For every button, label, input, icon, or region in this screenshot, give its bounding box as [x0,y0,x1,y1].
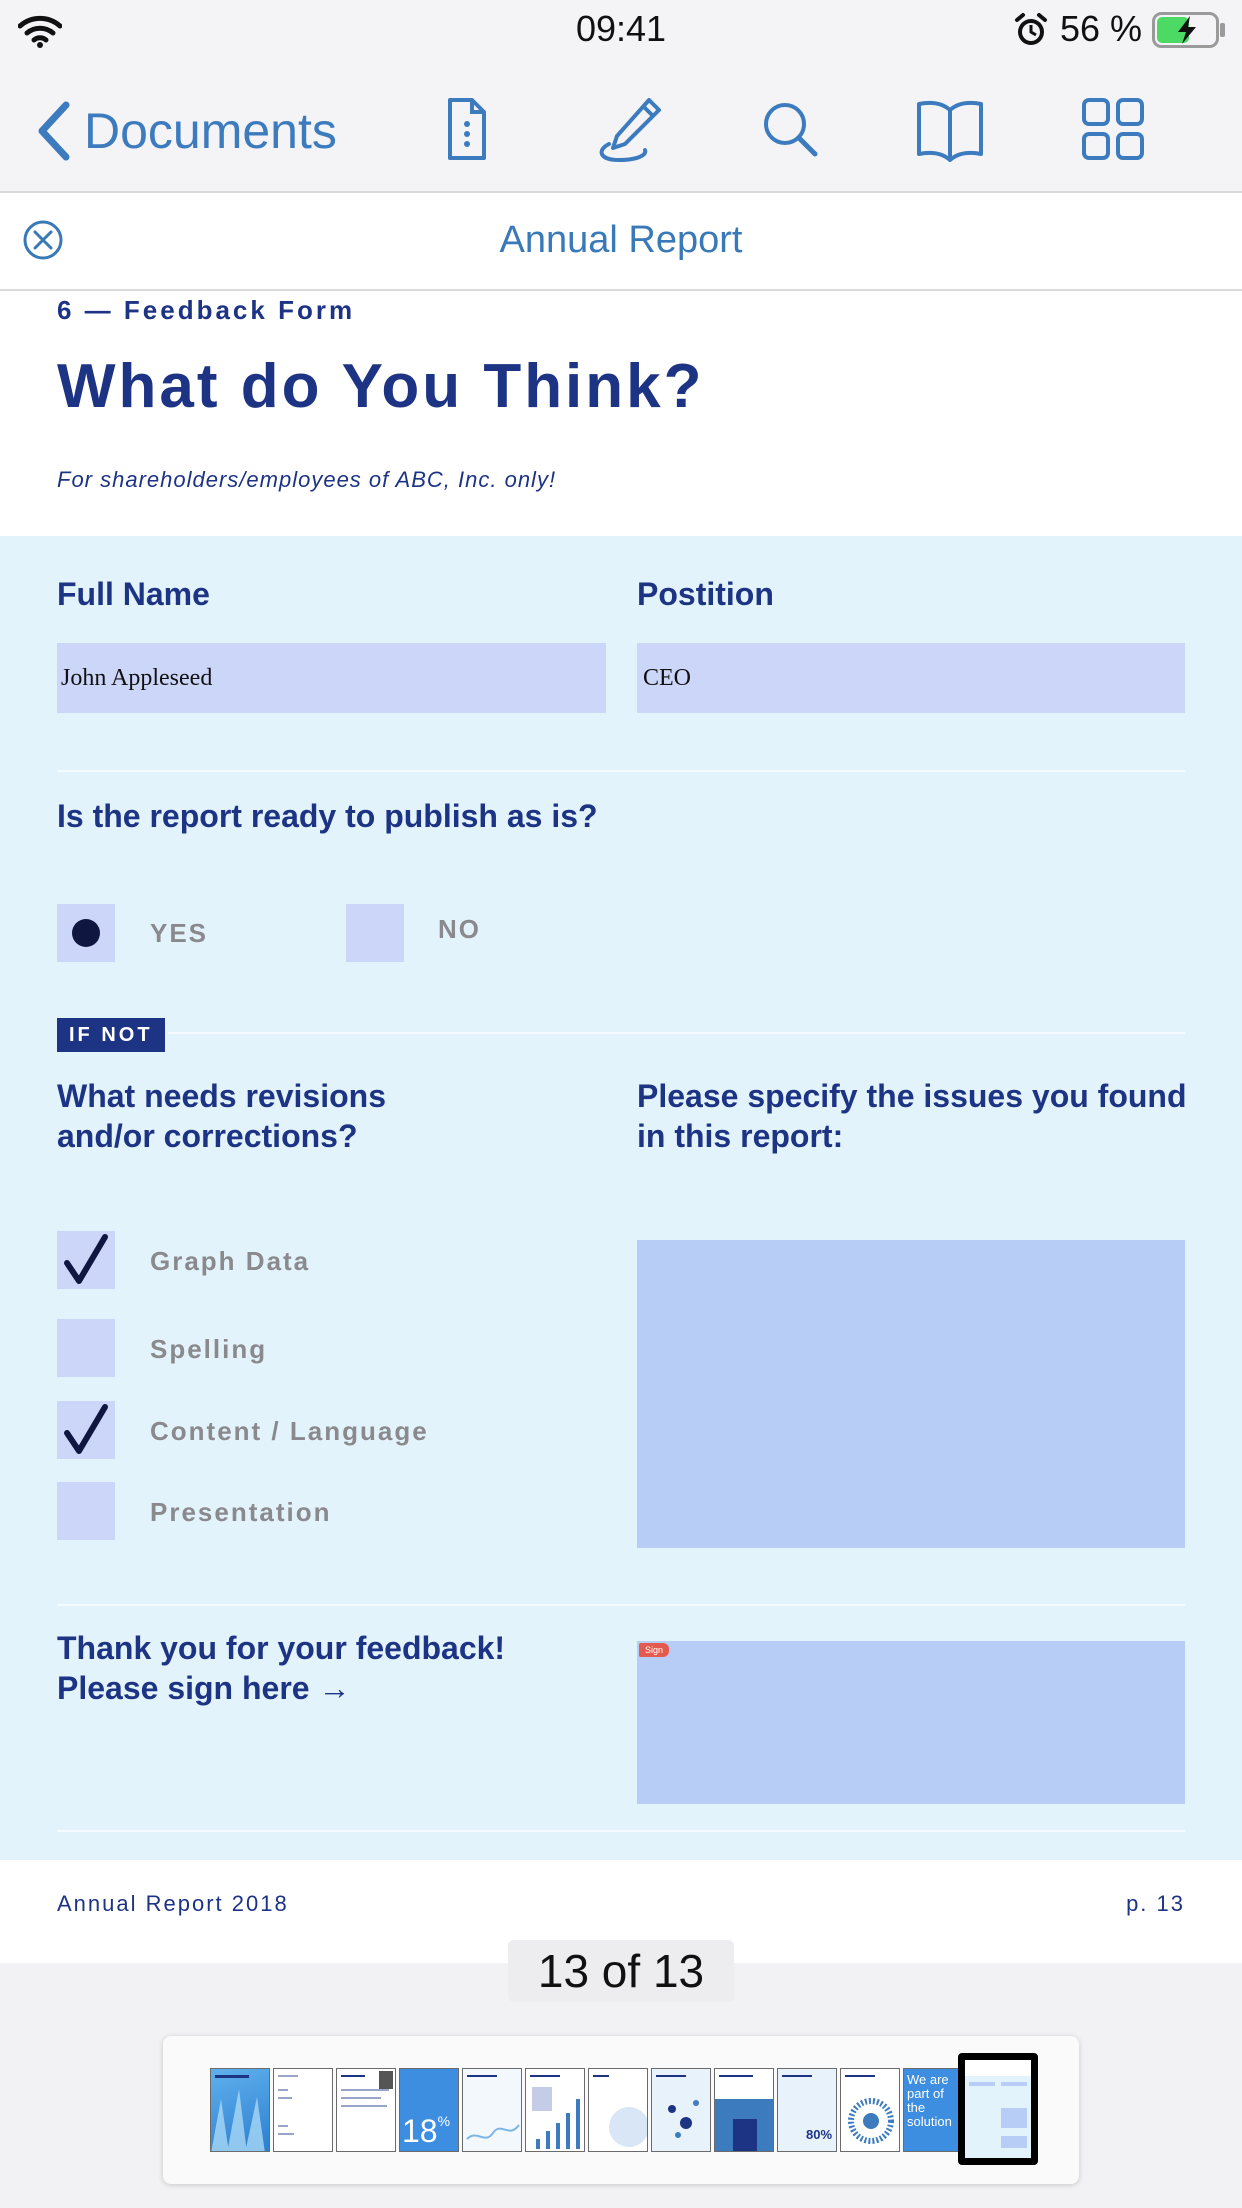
divider [57,1604,1185,1606]
graph-data-checkbox[interactable] [57,1231,115,1289]
thumbnail-page-9[interactable] [714,2068,774,2152]
navigation-toolbar: Documents [0,60,1242,193]
thumbnail-page-2[interactable] [273,2068,333,2152]
thumbnail-page-12-text: We are part of the solution [907,2072,952,2129]
page-footer-title: Annual Report 2018 [57,1891,289,1916]
issues-question-line1: Please specify the issues you found [637,1078,1187,1114]
thank-you-line1: Thank you for your feedback! [57,1630,506,1666]
thumbnail-page-8[interactable] [651,2068,711,2152]
thumbnail-page-4-figure: 18% [402,2113,451,2149]
thumbnail-page-12[interactable]: We are part of the solution [903,2068,963,2152]
revisions-question-line1: What needs revisions [57,1078,386,1114]
document-page: 6 — Feedback Form What do You Think? For… [0,291,1242,1963]
back-button-label: Documents [84,103,337,159]
annotate-pen-icon[interactable] [595,94,665,164]
status-time: 09:41 [575,8,667,49]
issues-question: Please specify the issues you found in t… [637,1076,1187,1156]
chevron-left-icon [38,101,70,161]
if-not-tag: IF NOT [57,1018,165,1052]
thumbnail-page-11[interactable] [840,2068,900,2152]
document-title: Annual Report [499,219,743,261]
full-name-field[interactable]: John Appleseed [57,643,606,713]
sign-tag: Sign [639,1643,670,1657]
battery-percent: 56 % [1060,8,1143,49]
thumbnail-page-1[interactable] [210,2068,270,2152]
yes-label: YES [150,918,209,948]
spelling-checkbox[interactable] [57,1319,115,1377]
thumbnail-page-5[interactable] [462,2068,522,2152]
issues-question-line2: in this report: [637,1118,844,1154]
thumbnail-strip: 18% 80% We are part of the solution [163,2036,1079,2184]
spelling-label: Spelling [150,1334,268,1364]
revisions-question-line2: and/or corrections? [57,1118,358,1154]
section-label: 6 — Feedback Form [57,295,356,325]
yes-radio-dot [72,919,100,947]
content-language-label: Content / Language [150,1416,429,1446]
thumbnail-page-4[interactable]: 18% [399,2068,459,2152]
page-subtitle: For shareholders/employees of ABC, Inc. … [57,467,557,492]
page-heading: What do You Think? [57,352,705,421]
no-label: NO [438,914,481,944]
graph-data-label: Graph Data [150,1246,311,1276]
presentation-checkbox[interactable] [57,1482,115,1540]
thumbnail-page-7[interactable] [588,2068,648,2152]
divider [57,1830,1185,1832]
thank-you-text: Thank you for your feedback! Please sign… [57,1628,505,1708]
thumbnail-page-3[interactable] [336,2068,396,2152]
thumbnail-page-10-figure: 80% [806,2127,833,2142]
publish-question: Is the report ready to publish as is? [57,798,598,834]
reader-book-icon[interactable] [915,94,985,164]
content-language-checkbox[interactable] [57,1401,115,1459]
thumbnail-page-13-current[interactable] [958,2053,1038,2165]
position-field[interactable]: CEO [637,643,1185,713]
status-bar: 09:41 56 % [0,0,1242,60]
document-info-icon[interactable] [430,94,500,164]
checkmark-icon [64,1404,108,1454]
no-radio[interactable] [346,904,404,962]
search-icon[interactable] [755,94,825,164]
thumbnail-page-6[interactable] [525,2068,585,2152]
full-name-label: Full Name [57,576,210,612]
presentation-label: Presentation [150,1497,332,1527]
feedback-form: Full Name John Appleseed Postition CEO I… [0,536,1242,1860]
sign-here-line: Please sign here → [57,1670,351,1706]
yes-radio[interactable] [57,904,115,962]
revisions-question: What needs revisions and/or corrections? [57,1076,386,1156]
thumbnail-grid-icon[interactable] [1078,94,1148,164]
thumbnail-page-10[interactable]: 80% [777,2068,837,2152]
back-to-documents-button[interactable]: Documents [34,96,337,166]
page-indicator: 13 of 13 [508,1940,734,2002]
battery-charging-icon [1152,12,1225,48]
divider [57,770,1185,772]
alarm-icon [1015,13,1047,45]
page-footer-number: p. 13 [1126,1891,1185,1916]
checkmark-icon [64,1234,108,1284]
divider [168,1032,1185,1034]
signature-field[interactable]: Sign [637,1641,1185,1804]
position-label: Postition [637,576,774,612]
document-header: Annual Report [0,193,1242,291]
issues-textarea[interactable] [637,1240,1185,1548]
